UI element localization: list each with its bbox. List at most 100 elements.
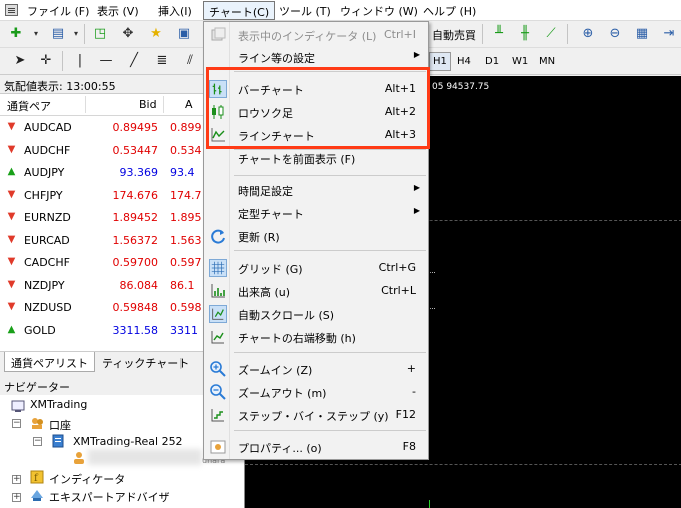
price-down-arrow-icon: ▼ <box>7 121 16 132</box>
menu-item-zoom-out[interactable]: ズームアウト (m) - <box>204 381 428 403</box>
price-down-arrow-icon: ▼ <box>7 256 16 267</box>
fibonacci-icon[interactable]: ≣ <box>152 51 172 71</box>
bar-chart-icon[interactable]: ╨ <box>489 24 509 44</box>
menu-item-timeframes[interactable]: 時間足設定 ▶ <box>204 179 428 201</box>
price-down-arrow-icon: ▼ <box>7 211 16 222</box>
expand-indicators-icon[interactable]: + <box>12 475 21 484</box>
menu-item-chart-foreground[interactable]: チャートを前面表示 (F) <box>204 147 428 169</box>
horizontal-line-icon[interactable]: — <box>96 51 116 71</box>
line-chart-icon[interactable]: ⟋ <box>541 24 561 44</box>
menu-window[interactable]: ウィンドウ (W) <box>340 3 418 19</box>
row-bid: 0.59848 <box>112 301 159 314</box>
favorites-icon[interactable]: ★ <box>146 24 166 44</box>
new-chart-dropdown-icon[interactable]: ▾ <box>26 24 46 44</box>
menu-insert[interactable]: 挿入(I) <box>158 3 192 19</box>
row-ask: 0.899 <box>170 121 202 134</box>
terminal-icon[interactable]: ▣ <box>174 24 194 44</box>
menu-help[interactable]: ヘルプ (H) <box>423 3 476 19</box>
auto-scroll-icon <box>209 305 227 323</box>
menu-item-zoom-in[interactable]: ズームイン (Z) + <box>204 358 428 380</box>
profiles-dropdown-icon[interactable]: ▾ <box>66 24 86 44</box>
chart-ohlc-info: 05 94537.75 <box>432 82 490 92</box>
nav-account-server[interactable]: XMTrading-Real 252 <box>73 435 183 448</box>
menu-item-active-indicators[interactable]: 表示中のインディケータ (L) Ctrl+I <box>204 24 428 46</box>
timeframe-mn[interactable]: MN <box>539 56 555 67</box>
nav-accounts[interactable]: 口座 <box>49 417 71 433</box>
nav-expert-advisors[interactable]: エキスパートアドバイザ <box>49 489 170 505</box>
zoom-out-icon <box>210 384 226 400</box>
indicator-list-icon <box>211 27 226 41</box>
menu-tools[interactable]: ツール (T) <box>279 3 331 19</box>
menu-view[interactable]: 表示 (V) <box>97 3 139 19</box>
menu-item-refresh[interactable]: 更新 (R) <box>204 225 428 247</box>
menu-item-templates[interactable]: 定型チャート ▶ <box>204 202 428 224</box>
collapse-server-icon[interactable]: − <box>33 437 42 446</box>
row-symbol: AUDJPY <box>24 166 65 179</box>
trendline-icon[interactable]: ╱ <box>124 51 144 71</box>
timeframe-h1[interactable]: H1 <box>429 52 451 71</box>
tile-windows-icon[interactable]: ▦ <box>632 24 652 44</box>
menu-item-grid[interactable]: グリッド (G) Ctrl+G <box>204 257 428 279</box>
nav-root-xmtrading[interactable]: XMTrading <box>30 398 87 411</box>
timeframe-d1[interactable]: D1 <box>485 56 499 67</box>
cursor-icon[interactable]: ➤ <box>10 51 30 71</box>
col-ask[interactable]: A <box>185 98 193 111</box>
nav-indicators[interactable]: インディケータ <box>49 471 125 487</box>
col-symbol[interactable]: 通貨ペア <box>7 98 51 114</box>
zoom-out-icon[interactable]: ⊖ <box>605 24 625 44</box>
row-symbol: NZDJPY <box>24 278 65 292</box>
col-bid[interactable]: Bid <box>139 98 157 111</box>
row-symbol: CHFJPY <box>24 188 63 202</box>
price-down-arrow-icon: ▼ <box>7 143 16 155</box>
expand-experts-icon[interactable]: + <box>12 493 21 502</box>
row-ask: 0.598 <box>170 301 202 314</box>
chart-shift-icon[interactable]: ⇥ <box>659 24 679 44</box>
row-bid: 0.89495 <box>112 121 159 134</box>
account-user-icon <box>74 452 84 464</box>
menu-item-properties[interactable]: プロパティ... (o) F8 <box>204 436 428 458</box>
auto-trade-button[interactable]: 自動売買 <box>432 27 476 43</box>
new-chart-icon[interactable]: ✚ <box>6 24 26 44</box>
refresh-icon <box>211 229 225 244</box>
app-menu-icon[interactable] <box>5 4 18 16</box>
accounts-icon <box>32 418 43 429</box>
market-watch-icon[interactable]: ◳ <box>90 24 110 44</box>
menu-item-chart-shift[interactable]: チャートの右端移動 (h) <box>204 326 428 348</box>
submenu-arrow-icon: ▶ <box>413 50 420 59</box>
menu-item-step-by-step[interactable]: ステップ・バイ・ステップ (y) F12 <box>204 404 428 426</box>
row-ask: 174.7 <box>170 188 202 202</box>
price-up-arrow-icon: ▲ <box>7 323 16 335</box>
row-bid: 1.89452 <box>112 211 159 224</box>
tab-symbols[interactable]: 通貨ペアリスト <box>4 352 95 372</box>
step-by-step-icon <box>211 409 224 422</box>
collapse-accounts-icon[interactable]: − <box>12 419 21 428</box>
row-ask: 86.1 <box>170 278 195 292</box>
vertical-line-icon[interactable]: | <box>70 51 90 71</box>
menu-item-line-settings[interactable]: ライン等の設定 ▶ <box>204 46 428 68</box>
price-down-arrow-icon: ▼ <box>7 188 16 200</box>
menu-item-auto-scroll[interactable]: 自動スクロール (S) <box>204 303 428 325</box>
row-bid: 93.369 <box>119 166 159 179</box>
zoom-in-icon[interactable]: ⊕ <box>578 24 598 44</box>
row-bid: 0.53447 <box>112 143 159 157</box>
price-down-arrow-icon: ▼ <box>7 278 16 290</box>
candlestick-icon[interactable]: ╫ <box>515 24 535 44</box>
indicators-icon: f <box>30 470 44 484</box>
price-down-arrow-icon: ▼ <box>7 301 16 312</box>
menu-file[interactable]: ファイル (F) <box>27 3 89 19</box>
submenu-arrow-icon: ▶ <box>413 183 420 192</box>
chart-candle <box>429 500 430 508</box>
terminal-root-icon <box>11 400 25 412</box>
channel-icon[interactable]: ⫽ <box>180 51 200 71</box>
timeframe-w1[interactable]: W1 <box>512 56 528 67</box>
profiles-icon[interactable]: ▤ <box>48 24 68 44</box>
server-icon <box>52 434 64 448</box>
timeframe-h4[interactable]: H4 <box>457 56 471 67</box>
menu-item-volumes[interactable]: 出来高 (u) Ctrl+L <box>204 280 428 302</box>
crosshair-icon[interactable]: ✥ <box>118 24 138 44</box>
row-ask: 1.563 <box>170 233 202 247</box>
crosshair-tool-icon[interactable]: ✛ <box>36 51 56 71</box>
menu-chart[interactable]: チャート(C) <box>203 1 276 20</box>
row-bid: 1.56372 <box>112 233 159 247</box>
row-ask: 0.597 <box>170 256 202 269</box>
